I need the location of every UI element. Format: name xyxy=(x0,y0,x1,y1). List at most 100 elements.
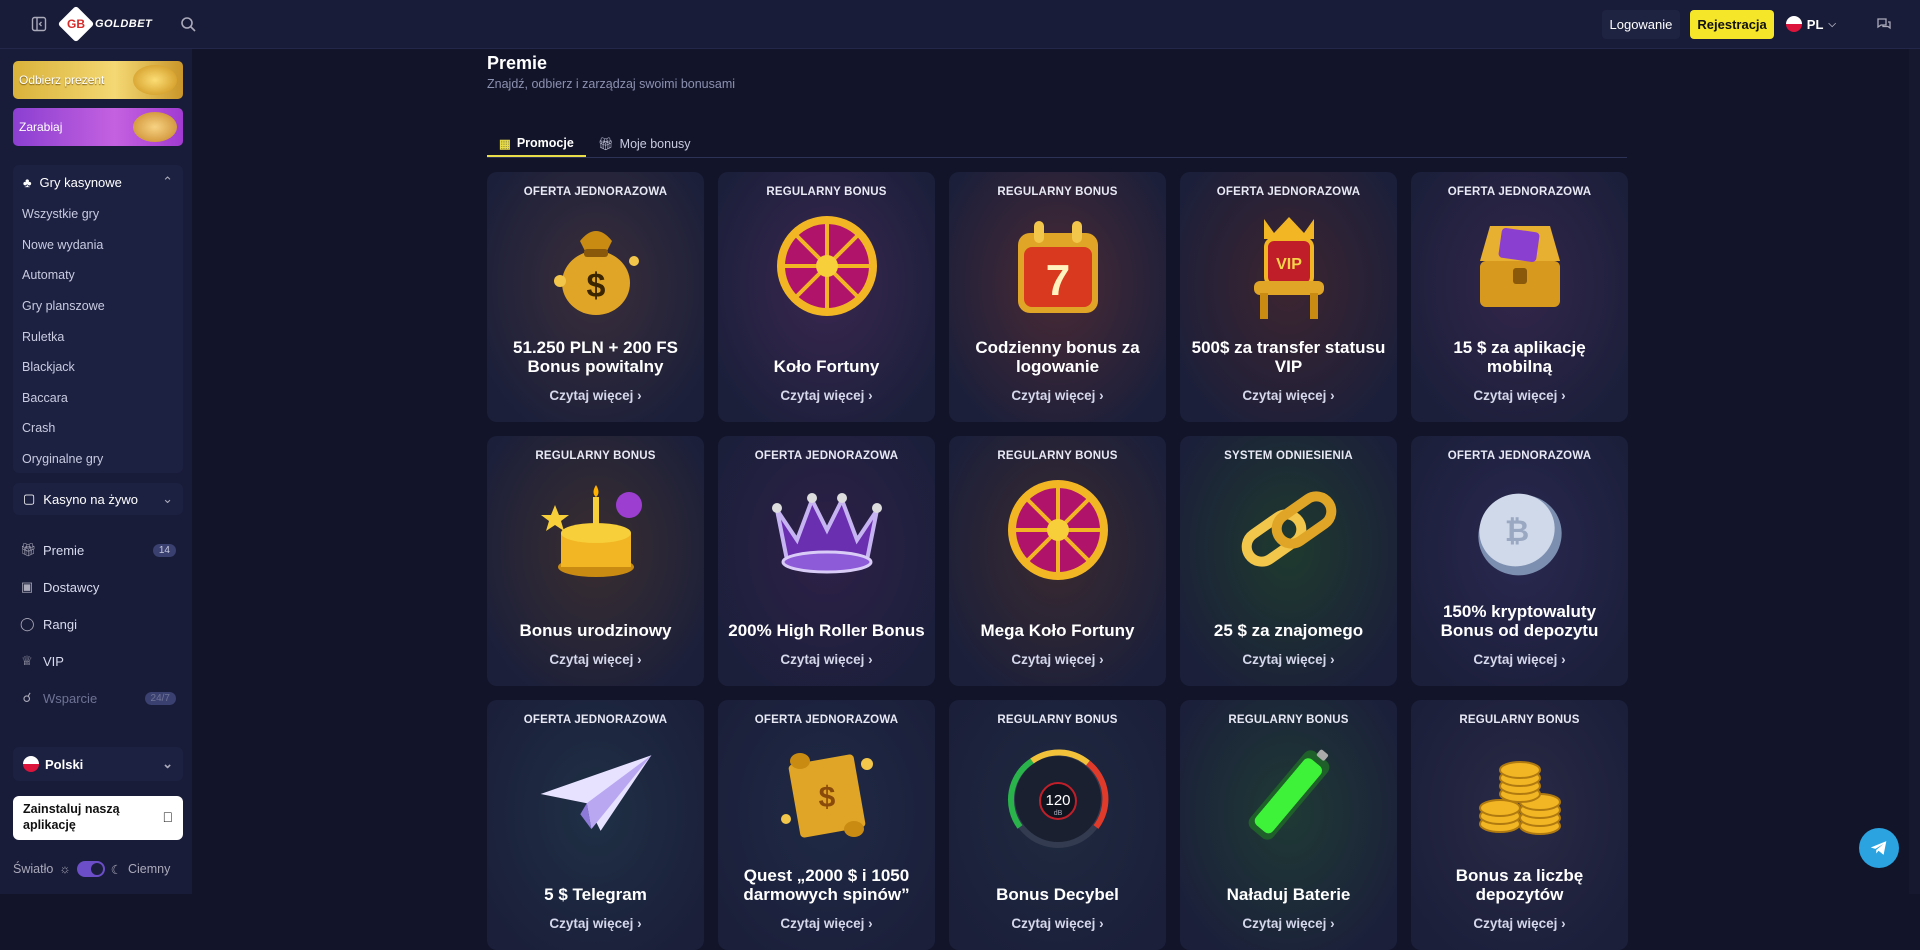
read-more-link[interactable]: Czytaj więcej › xyxy=(487,388,704,403)
scroll-icon: $ xyxy=(767,734,887,854)
search-icon[interactable] xyxy=(174,10,202,38)
bonus-card[interactable]: REGULARNY BONUS 120 dB Bonus Decybel Czytaj … xyxy=(949,700,1166,950)
read-more-link[interactable]: Czytaj więcej › xyxy=(718,388,935,403)
read-more-link[interactable]: Czytaj więcej › xyxy=(1180,388,1397,403)
gift-icon: 🎁︎ xyxy=(597,136,614,151)
bonus-card[interactable]: OFERTA JEDNORAZOWA ₿ 150% kryptowaluty Bon… xyxy=(1411,436,1628,686)
read-more-link[interactable]: Czytaj więcej › xyxy=(949,388,1166,403)
bonus-card-title: Naładuj Baterie xyxy=(1226,885,1351,904)
bonus-card[interactable]: OFERTA JEDNORAZOWA 15 $ za aplikację mobi… xyxy=(1411,172,1628,422)
bonus-card[interactable]: SYSTEM ODNIESIENIA 25 $ za znajomego Czyta… xyxy=(1180,436,1397,686)
page-subtitle: Znajdź, odbierz i zarządzaj swoimi bonus… xyxy=(487,77,736,91)
read-more-link[interactable]: Czytaj więcej › xyxy=(718,916,935,931)
casino-games-header[interactable]: ♣ Gry kasynowe ⌃ xyxy=(13,165,183,199)
menu-item-crash[interactable]: Crash xyxy=(13,413,183,444)
bonus-card[interactable]: OFERTA JEDNORAZOWA $ Quest „2000 $ i 1050 … xyxy=(718,700,935,950)
bonus-card[interactable]: OFERTA JEDNORAZOWA $51.250 PLN + 200 FS B… xyxy=(487,172,704,422)
read-more-link[interactable]: Czytaj więcej › xyxy=(1180,916,1397,931)
bonus-card-title: 150% kryptowaluty Bonus od depozytu xyxy=(1440,602,1599,640)
read-more-link[interactable]: Czytaj więcej › xyxy=(718,652,935,667)
bonus-card-title: 5 $ Telegram xyxy=(544,885,647,904)
chat-icon[interactable] xyxy=(1870,10,1898,38)
bonus-card[interactable]: REGULARNY BONUS Naładuj Baterie Czytaj wię… xyxy=(1180,700,1397,950)
read-more-label: Czytaj więcej xyxy=(1242,916,1327,931)
bonus-card-type: OFERTA JEDNORAZOWA xyxy=(754,450,899,462)
menu-item-original-games[interactable]: Oryginalne gry xyxy=(13,444,183,475)
sidebar-item-support[interactable]: ☌ Wsparcie 24/7 xyxy=(20,690,176,706)
sidebar-item-ranks[interactable]: ◯ Rangi xyxy=(20,616,176,632)
bonus-card-title: Bonus Decybel xyxy=(996,885,1119,904)
menu-item-baccarat[interactable]: Baccara xyxy=(13,383,183,414)
chevron-right-icon: › xyxy=(1099,652,1104,667)
menu-item-blackjack[interactable]: Blackjack xyxy=(13,352,183,383)
calendar-icon: 7 xyxy=(998,206,1118,326)
headset-icon: ☌ xyxy=(22,690,32,705)
chevron-right-icon: › xyxy=(1330,916,1335,931)
read-more-label: Czytaj więcej xyxy=(1011,916,1096,931)
read-more-link[interactable]: Czytaj więcej › xyxy=(487,916,704,931)
telegram-button[interactable] xyxy=(1859,828,1899,868)
poland-flag-icon xyxy=(1785,16,1802,32)
read-more-label: Czytaj więcej xyxy=(1473,916,1558,931)
sidebar-toggle-icon[interactable] xyxy=(25,10,53,38)
register-button[interactable]: Rejestracja xyxy=(1690,9,1774,39)
read-more-label: Czytaj więcej xyxy=(1011,388,1096,403)
theme-switcher: Światło ☼ ☾ Ciemny xyxy=(13,861,170,877)
tab-my-bonuses[interactable]: 🎁︎ Moje bonusy xyxy=(586,131,703,157)
support-badge: 24/7 xyxy=(144,691,176,705)
install-app-button[interactable]: Zainstaluj naszą aplikację  xyxy=(13,796,183,840)
read-more-link[interactable]: Czytaj więcej › xyxy=(1411,916,1628,931)
menu-item-new-releases[interactable]: Nowe wydania xyxy=(13,230,183,261)
read-more-label: Czytaj więcej xyxy=(780,916,865,931)
plane-icon xyxy=(536,734,656,854)
language-code: PL xyxy=(1806,16,1824,32)
live-casino-menu[interactable]: ▢ Kasyno na żywo ⌄ xyxy=(13,483,183,515)
chevron-right-icon: › xyxy=(868,652,873,667)
clover-icon: ♣ xyxy=(23,174,32,190)
read-more-link[interactable]: Czytaj więcej › xyxy=(487,652,704,667)
casino-games-menu: ♣ Gry kasynowe ⌃ Wszystkie gry Nowe wyda… xyxy=(13,165,183,473)
read-more-label: Czytaj więcej xyxy=(549,652,634,667)
bonus-card[interactable]: REGULARNY BONUS Koło Fortuny Czytaj więcej… xyxy=(718,172,935,422)
menu-item-all-games[interactable]: Wszystkie gry xyxy=(13,199,183,230)
svg-text:₿: ₿ xyxy=(1504,515,1528,548)
bonus-card-type: OFERTA JEDNORAZOWA xyxy=(754,714,899,726)
read-more-link[interactable]: Czytaj więcej › xyxy=(949,652,1166,667)
bonus-card-type: SYSTEM ODNIESIENIA xyxy=(1224,450,1353,462)
logo[interactable]: GB GOLDBET xyxy=(57,5,152,43)
chevron-right-icon: › xyxy=(1099,916,1104,931)
tab-promotions[interactable]: ▦ Promocje xyxy=(487,131,586,157)
read-more-label: Czytaj więcej xyxy=(549,388,634,403)
bonus-card[interactable]: REGULARNY BONUS Mega Koło Fortuny Czytaj w… xyxy=(949,436,1166,686)
language-selector[interactable]: PL ⌵ xyxy=(1785,16,1836,32)
menu-item-board-games[interactable]: Gry planszowe xyxy=(13,291,183,322)
bonus-card[interactable]: REGULARNY BONUS Bonus urodzinowy Czytaj wi… xyxy=(487,436,704,686)
theme-dark-label[interactable]: Ciemny xyxy=(128,862,170,876)
bonus-card-type: REGULARNY BONUS xyxy=(1459,714,1580,726)
theme-light-label[interactable]: Światło xyxy=(13,862,53,876)
sidebar-item-vip[interactable]: ♕ VIP xyxy=(20,653,176,669)
menu-item-roulette[interactable]: Ruletka xyxy=(13,321,183,352)
read-more-link[interactable]: Czytaj więcej › xyxy=(949,916,1166,931)
bonus-card[interactable]: OFERTA JEDNORAZOWA 5 $ Telegram Czytaj wię… xyxy=(487,700,704,950)
bonus-card[interactable]: REGULARNY BONUS Bonus za liczbę depozytów… xyxy=(1411,700,1628,950)
bonus-card-type: OFERTA JEDNORAZOWA xyxy=(1216,186,1361,198)
chevron-right-icon: › xyxy=(1561,388,1566,403)
read-more-link[interactable]: Czytaj więcej › xyxy=(1180,652,1397,667)
earn-banner[interactable]: Zarabiaj xyxy=(13,108,183,146)
bonus-card[interactable]: OFERTA JEDNORAZOWA VIP 500$ za transfer st… xyxy=(1180,172,1397,422)
menu-item-slots[interactable]: Automaty xyxy=(13,260,183,291)
read-more-link[interactable]: Czytaj więcej › xyxy=(1411,652,1628,667)
theme-toggle[interactable] xyxy=(76,861,105,877)
claim-gift-banner[interactable]: Odbierz prezent xyxy=(13,61,183,99)
scrollbar[interactable] xyxy=(1909,49,1920,894)
sidebar-item-providers[interactable]: ▣ Dostawcy xyxy=(20,579,176,595)
language-dropdown[interactable]: Polski ⌄ xyxy=(13,747,183,781)
bonus-card[interactable]: REGULARNY BONUS 7 Codzienny bonus za logow… xyxy=(949,172,1166,422)
read-more-link[interactable]: Czytaj więcej › xyxy=(1411,388,1628,403)
login-button[interactable]: Logowanie xyxy=(1601,9,1681,39)
svg-text:$: $ xyxy=(586,267,605,305)
gift-icon xyxy=(133,65,177,95)
sidebar-item-bonuses[interactable]: 🎁︎ Premie 14 xyxy=(20,542,176,558)
bonus-card[interactable]: OFERTA JEDNORAZOWA 200% High Roller Bonus… xyxy=(718,436,935,686)
